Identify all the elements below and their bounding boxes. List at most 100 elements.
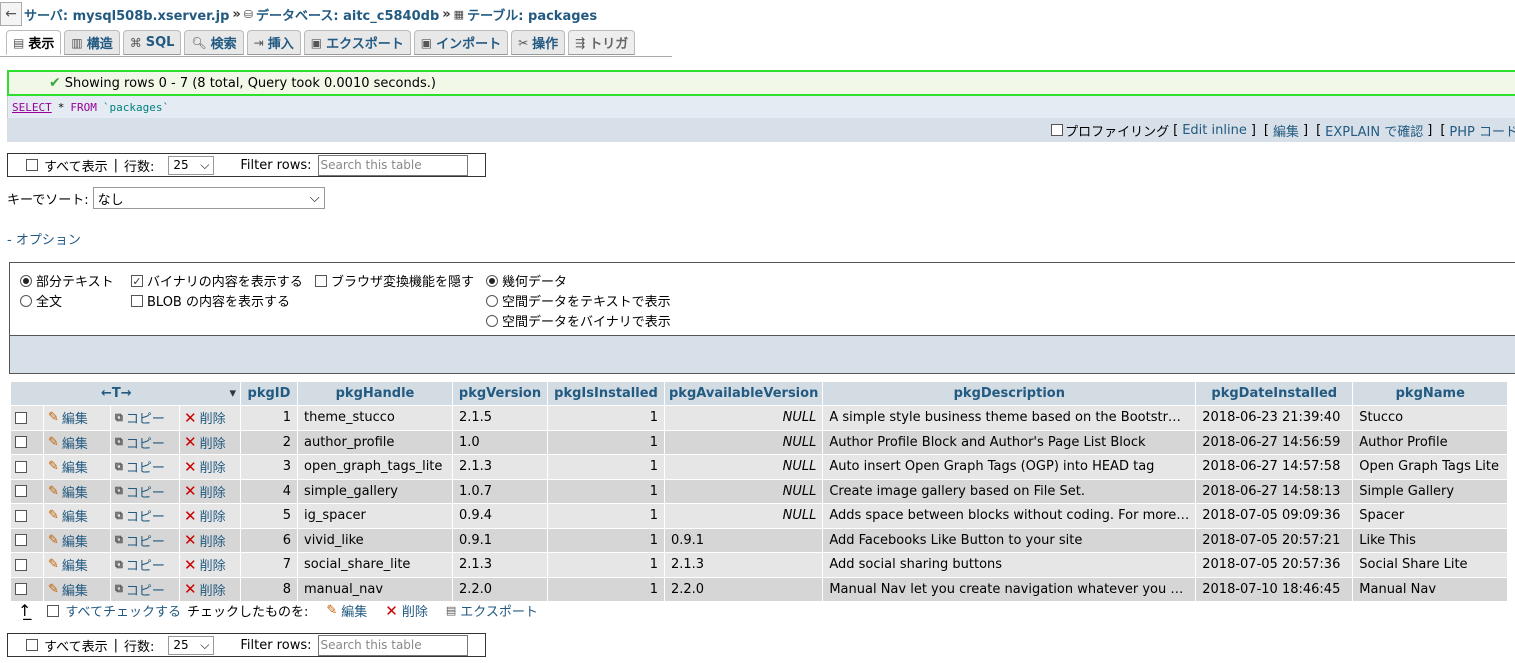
edit-button[interactable]: ✎ 編集 (48, 506, 88, 525)
sort-select[interactable]: なし ⌵ (92, 187, 325, 209)
cell-pkgisinstalled[interactable]: 1 (548, 430, 664, 454)
cell-pkgversion[interactable]: 2.2.0 (453, 577, 547, 601)
cell-pkghandle[interactable]: manual_nav (298, 577, 452, 601)
edit-button[interactable]: ✎ 編集 (48, 408, 88, 427)
show-all-checkbox[interactable] (26, 159, 38, 171)
tab-browse[interactable]: ▤ 表示 (6, 30, 62, 55)
cell-pkghandle[interactable]: vivid_like (298, 528, 452, 552)
cell-pkghandle[interactable]: open_graph_tags_lite (298, 455, 452, 479)
row-checkbox[interactable] (15, 460, 27, 473)
cell-pkgdescription[interactable]: Manual Nav let you create navigation wha… (823, 577, 1196, 601)
cell-pkgavailableversion[interactable]: NULL (665, 504, 823, 528)
cell-pkgavailableversion[interactable]: 2.1.3 (665, 553, 823, 577)
spatial-binary-label[interactable]: 空間データをバイナリで表示 (502, 311, 671, 330)
cell-pkgid[interactable]: 7 (241, 553, 297, 577)
edit-button[interactable]: ✎ 編集 (48, 433, 88, 452)
profiling-checkbox[interactable] (1051, 124, 1064, 136)
column-header-pkgversion[interactable]: pkgVersion (453, 382, 547, 405)
cell-pkgisinstalled[interactable]: 1 (548, 479, 664, 503)
cell-pkgdescription[interactable]: A simple style business theme based on t… (823, 406, 1196, 430)
tab-import[interactable]: ▣ インポート (413, 30, 509, 55)
column-header-pkgid[interactable]: pkgID (241, 382, 297, 405)
cell-pkgid[interactable]: 3 (241, 455, 297, 479)
show-blob-label[interactable]: BLOB の内容を表示する (147, 291, 290, 310)
back-arrow-icon[interactable]: ← (0, 2, 22, 26)
column-header-pkgisinstalled[interactable]: pkgIsInstalled (548, 382, 664, 405)
partial-text-radio[interactable] (20, 274, 32, 287)
copy-button[interactable]: ⧉ コピー (115, 408, 165, 428)
row-checkbox[interactable] (15, 436, 27, 449)
copy-button[interactable]: ⧉ コピー (115, 457, 165, 477)
cell-pkgavailableversion[interactable]: NULL (665, 479, 823, 503)
delete-button[interactable]: ✕ 削除 (184, 580, 226, 599)
tab-triggers[interactable]: ⇶ トリガ (568, 30, 636, 55)
bulk-edit-button[interactable]: ✎ 編集 (326, 601, 367, 620)
rows-select[interactable]: 25 ⌵ (168, 155, 215, 175)
partial-text-label[interactable]: 部分テキスト (36, 271, 114, 290)
row-checkbox[interactable] (15, 411, 27, 424)
edit-button[interactable]: ✎ 編集 (48, 555, 88, 574)
cell-pkgname[interactable]: Like This (1353, 528, 1508, 552)
tab-export[interactable]: ▣ エクスポート (303, 30, 411, 55)
row-checkbox[interactable] (15, 583, 27, 596)
copy-button[interactable]: ⧉ コピー (115, 506, 165, 526)
tab-sql[interactable]: ⌘ SQL (122, 30, 182, 55)
cell-pkgdescription[interactable]: Create image gallery based on File Set. (823, 479, 1196, 503)
breadcrumb-table[interactable]: テーブル: packages (467, 5, 597, 24)
full-text-label[interactable]: 全文 (36, 291, 62, 310)
cell-pkgdateinstalled[interactable]: 2018-06-27 14:58:13 (1196, 479, 1353, 503)
spatial-binary-radio[interactable] (486, 314, 498, 327)
cell-pkghandle[interactable]: theme_stucco (298, 406, 452, 430)
cell-pkghandle[interactable]: social_share_lite (298, 553, 452, 577)
edit-inline-link[interactable]: Edit inline (1182, 123, 1247, 138)
bulk-export-button[interactable]: ▤ エクスポート (446, 601, 538, 620)
cell-pkgdateinstalled[interactable]: 2018-07-10 18:46:45 (1196, 577, 1353, 601)
check-all-checkbox[interactable] (47, 604, 60, 617)
filter-input[interactable]: Search this table (317, 634, 468, 656)
cell-pkgdateinstalled[interactable]: 2018-07-05 09:09:36 (1196, 504, 1353, 528)
cell-pkgname[interactable]: Manual Nav (1353, 577, 1508, 601)
show-all-label[interactable]: すべて表示 (44, 636, 108, 655)
copy-button[interactable]: ⧉ コピー (115, 531, 165, 550)
cell-pkgdateinstalled[interactable]: 2018-07-05 20:57:36 (1196, 553, 1353, 577)
cell-pkgdescription[interactable]: Add Facebooks Like Button to your site (823, 528, 1196, 552)
cell-pkgversion[interactable]: 2.1.3 (453, 455, 547, 479)
edit-button[interactable]: ✎ 編集 (48, 531, 88, 550)
options-toggle-link[interactable]: - オプション (7, 229, 81, 248)
filter-input[interactable]: Search this table (317, 154, 468, 176)
cell-pkgdateinstalled[interactable]: 2018-07-05 20:57:21 (1196, 528, 1353, 552)
cell-pkgdescription[interactable]: Auto insert Open Graph Tags (OGP) into H… (823, 455, 1196, 479)
profiling-label[interactable]: プロファイリング (1065, 121, 1169, 140)
cell-pkgversion[interactable]: 2.1.5 (453, 406, 547, 430)
cell-pkgversion[interactable]: 2.1.3 (453, 553, 547, 577)
cell-pkgid[interactable]: 6 (241, 528, 297, 552)
cell-pkgdescription[interactable]: Adds space between blocks without coding… (823, 504, 1196, 528)
hide-transform-checkbox[interactable] (315, 274, 327, 287)
tab-insert[interactable]: ⇥ 挿入 (246, 30, 301, 55)
cell-pkgdescription[interactable]: Add social sharing buttons (823, 553, 1196, 577)
cell-pkghandle[interactable]: simple_gallery (298, 479, 452, 503)
cell-pkgisinstalled[interactable]: 1 (548, 553, 664, 577)
full-text-radio[interactable] (20, 294, 32, 307)
delete-button[interactable]: ✕ 削除 (184, 482, 226, 501)
cell-pkgid[interactable]: 8 (241, 577, 297, 601)
delete-button[interactable]: ✕ 削除 (184, 531, 226, 550)
edit-link[interactable]: 編集 (1273, 121, 1299, 140)
cell-pkgisinstalled[interactable]: 1 (548, 528, 664, 552)
column-header-pkgdescription[interactable]: pkgDescription (823, 382, 1196, 405)
show-binary-label[interactable]: バイナリの内容を表示する (147, 271, 303, 290)
delete-button[interactable]: ✕ 削除 (184, 433, 226, 452)
cell-pkgname[interactable]: Simple Gallery (1353, 479, 1508, 503)
check-all-label[interactable]: すべてチェックする (65, 601, 181, 620)
copy-button[interactable]: ⧉ コピー (115, 555, 165, 575)
row-checkbox[interactable] (15, 534, 27, 547)
hide-transform-label[interactable]: ブラウザ変換機能を隠す (331, 271, 474, 290)
column-header-pkghandle[interactable]: pkgHandle (298, 382, 452, 405)
rows-select[interactable]: 25 ⌵ (168, 635, 215, 655)
cell-pkgavailableversion[interactable]: NULL (665, 430, 823, 454)
show-all-checkbox[interactable] (26, 639, 38, 651)
copy-button[interactable]: ⧉ コピー (115, 482, 165, 501)
delete-button[interactable]: ✕ 削除 (184, 457, 226, 477)
cell-pkgisinstalled[interactable]: 1 (548, 577, 664, 601)
cell-pkgid[interactable]: 5 (241, 504, 297, 528)
